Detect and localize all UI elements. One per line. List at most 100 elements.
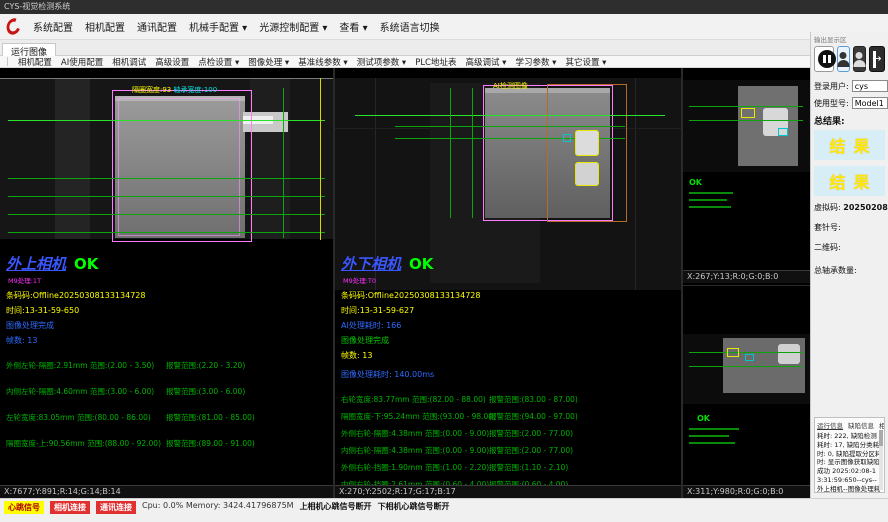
frame-count-line: 帧数: 13 [341,350,679,361]
time-line: 时间:13-31-59-627 [341,305,679,316]
bearing-count-row: 总轴承数量: [814,265,885,276]
menu-system-config[interactable]: 系统配置 [33,19,73,34]
result-microtext [689,192,735,213]
process-time-line: 图像处理耗时: 140.00ms [341,369,679,380]
result-text-bottom: 结果 [821,169,877,193]
pin-number-row: 套针号: [814,222,885,233]
camera-substatus: M9处理:T0 [343,275,679,285]
log-scrollbar[interactable] [879,430,883,490]
measurement-value: 外侧右轮-隔圈:4.38mm 范围:(0.00 - 9.00) [341,429,489,438]
camera-name: 外上相机 [6,255,66,273]
measurement-value: 外侧左轮-隔圈:2.91mm 范围:(2.00 - 3.50) [6,361,154,370]
measurement-row: 左轮宽度:83.05mm 范围:(80.00 - 86.00)报警范围:(81.… [6,412,331,438]
menu-view[interactable]: 查看 ▾ [339,19,367,34]
toolbar-camera-debug[interactable]: 相机调试 [112,56,146,68]
cpu-memory-status: Cpu: 0.0% Memory: 3424.41796875M [142,501,294,510]
menu-bar: 系统配置 相机配置 通讯配置 机械手配置 ▾ 光源控制配置 ▾ 查看 ▾ 系统语… [0,14,888,40]
log-scrollbar-thumb[interactable] [879,430,883,446]
toolbar-baseline-params[interactable]: 基准线参数 ▾ [298,56,347,68]
measure-vline-green [450,88,451,218]
barcode-line: 条码码:Offline20250308133134728 [341,290,679,301]
qr-code-label: 二维码: [814,243,841,252]
marker-rect-yellow [741,108,755,118]
toolbar-image-processing[interactable]: 图像处理 ▾ [248,56,289,68]
tab-strip: 运行图像 [0,40,810,56]
toolbar-advanced-settings[interactable]: 高级设置 [155,56,189,68]
marker-rect-cyan [745,354,754,361]
measurement-row: 外侧左轮-隔圈:2.91mm 范围:(2.00 - 3.50)报警范围:(2.2… [6,360,331,386]
info-tab-run[interactable]: 运行信息 [817,420,843,430]
image-annotation-label: 隔圈宽度:93 轴承宽度:100 [132,85,217,95]
alarm-range: 报警范围:(2.00 - 77.00) [489,428,573,439]
camera-image-inner-top[interactable]: OK [683,68,810,270]
control-panel: 输出显示区 → 登录用户: 使用型号: 总结果: 结果 [810,32,888,498]
toolbar-other-settings[interactable]: 其它设置 ▾ [565,56,606,68]
operator-button[interactable] [853,46,866,72]
total-result-label: 总结果: [814,114,885,127]
panel-header: 输出显示区 [814,34,885,44]
login-user-button[interactable] [837,46,850,72]
info-tab-defect[interactable]: 缺陷信息 [848,420,874,430]
model-row: 使用型号: [814,97,885,109]
camera-view-upper-outer: 隔圈宽度:93 轴承宽度:100 外上相机OK M9处理:1T 条码码:Offl… [0,68,333,498]
process-done-line: 图像处理完成 [341,335,679,346]
window-titlebar: CYS-视觉检测系统 [0,0,888,14]
measure-vline-green [283,88,284,238]
toolbar-camera-config[interactable]: 相机配置 [18,56,52,68]
measurement-value: 左轮宽度:83.05mm 范围:(80.00 - 86.00) [6,413,151,422]
info-tabs: 运行信息 缺陷信息 相机信息 [817,420,882,430]
user-icon [840,52,847,59]
ai-image-label: AI检测图像 [493,81,528,91]
menu-light-config[interactable]: 光源控制配置 ▾ [259,19,327,34]
model-field[interactable] [852,97,888,109]
defect-highlight [575,130,599,156]
alarm-range: 报警范围:(1.10 - 2.10) [489,462,568,473]
measurement-row: 隔圈宽度-上:90.56mm 范围:(88.00 - 92.00)报警范围:(8… [6,438,331,464]
toolbar-separator: | [6,57,9,67]
main-area: 隔圈宽度:93 轴承宽度:100 外上相机OK M9处理:1T 条码码:Offl… [0,68,810,498]
measure-line-green [8,196,325,197]
status-ok: OK [689,178,702,187]
measurement-row: 隔圈宽度-下:95.24mm 范围:(93.00 - 98.00)报警范围:(9… [341,411,679,428]
virtual-code-label: 虚拟码: [814,203,841,212]
measure-line-green [8,232,325,233]
marker-rect-cyan [563,134,571,142]
toolbar-learning-params[interactable]: 学习参数 ▾ [515,56,556,68]
measurement-list: 外侧左轮-隔圈:2.91mm 范围:(2.00 - 3.50)报警范围:(2.2… [6,360,331,464]
measurement-value: 外侧右轮-挡圈:1.90mm 范围:(1.00 - 2.20) [341,463,489,472]
measure-line-green [395,126,625,127]
menu-robot-config[interactable]: 机械手配置 ▾ [189,19,247,34]
toolbar: | 相机配置 AI使用配置 相机调试 高级设置 点检设置 ▾ 图像处理 ▾ 基准… [0,56,810,68]
operator-icon [856,52,863,59]
exit-icon [873,51,876,68]
toolbar-ai-usage-config[interactable]: AI使用配置 [61,56,103,68]
machine-post [55,79,90,239]
camera-image-inner-bottom[interactable]: OK [683,286,810,485]
menu-camera-config[interactable]: 相机配置 [85,19,125,34]
camera-status-badge: 相机连接 [50,501,90,514]
result-microtext [689,428,741,449]
measurement-row: 内侧左轮-隔圈:4.60mm 范围:(3.00 - 6.00)报警范围:(3.0… [6,386,331,412]
measure-line-green [689,366,803,367]
toolbar-plc-address-table[interactable]: PLC地址表 [415,56,456,68]
alarm-range: 报警范围:(89.00 - 91.00) [166,438,255,449]
measure-line-green [689,352,803,353]
pause-button[interactable] [814,46,834,72]
measure-line-green [8,120,325,121]
pause-icon [818,50,836,68]
info-tab-camera[interactable]: 相机信息 [879,420,885,430]
lower-camera-heartbeat-status: 下相机心跳信号断开 [378,501,450,512]
highlight-spot [778,344,800,364]
qr-code-row: 二维码: [814,242,885,253]
toolbar-spot-check[interactable]: 点检设置 ▾ [198,56,239,68]
toolbar-test-params[interactable]: 测试项参数 ▾ [357,56,406,68]
exit-button[interactable]: → [869,46,885,72]
status-ok: OK [697,414,710,423]
menu-language-switch[interactable]: 系统语言切换 [380,19,440,34]
camera-view-inner-top: OK X:267;Y:13;R:0;G:0;B:0 [683,68,810,283]
toolbar-advanced-debug[interactable]: 高级调试 ▾ [465,56,506,68]
measurement-row: 外侧右轮-隔圈:4.38mm 范围:(0.00 - 9.00)报警范围:(2.0… [341,428,679,445]
login-user-field[interactable] [852,80,888,92]
menu-comm-config[interactable]: 通讯配置 [137,19,177,34]
width-annotation-2: 轴承宽度:100 [174,86,218,94]
